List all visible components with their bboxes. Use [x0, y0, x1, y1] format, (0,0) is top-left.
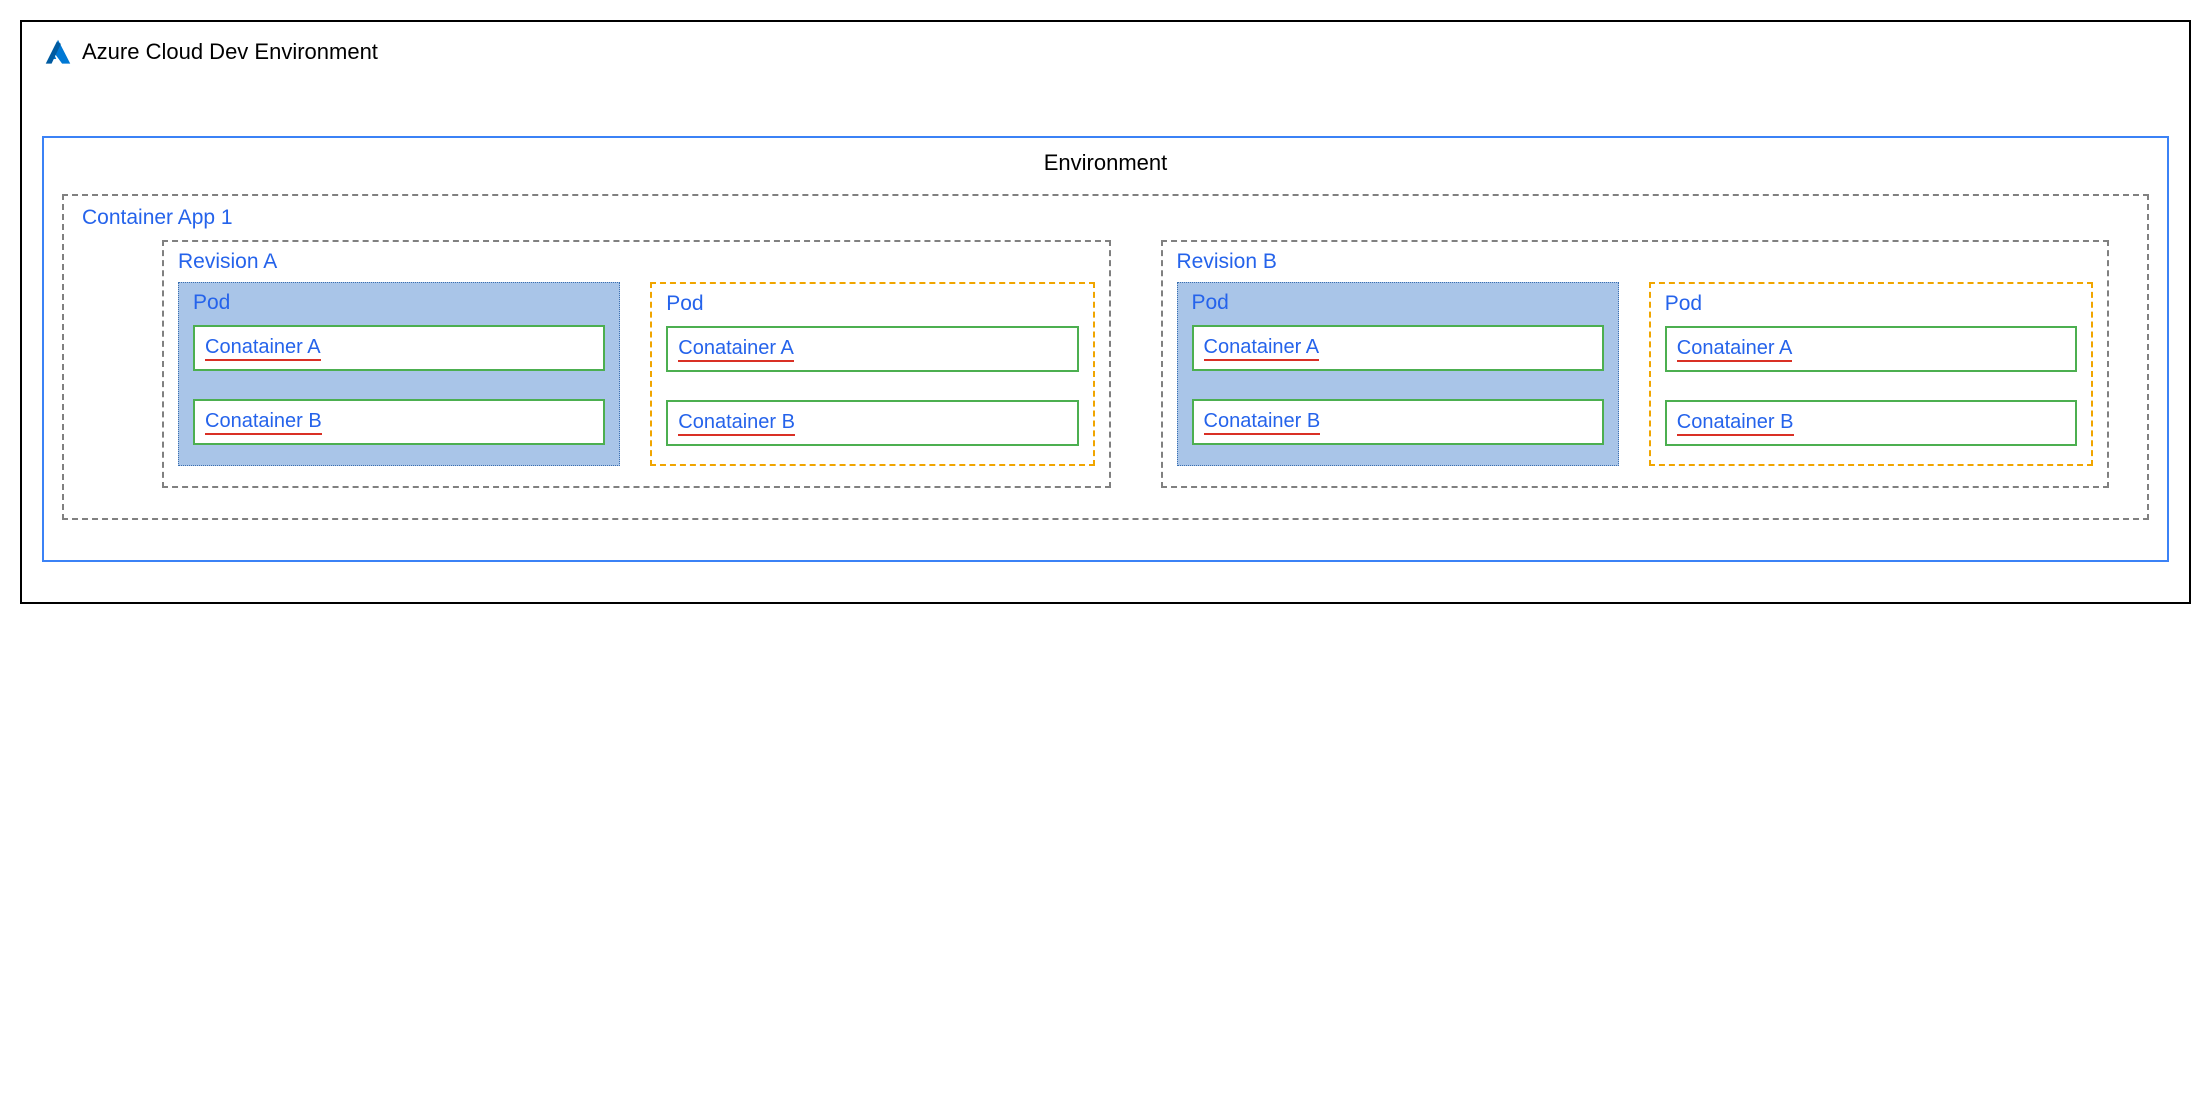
container-link[interactable]: Conatainer B [1204, 409, 1321, 435]
cloud-title-text: Azure Cloud Dev Environment [82, 39, 378, 65]
container-app-title: Container App 1 [82, 206, 2129, 230]
container-box: Conatainer A [193, 325, 605, 371]
revision-a-pod-1: Pod Conatainer A Conatainer B [178, 282, 620, 466]
cloud-title-row: Azure Cloud Dev Environment [42, 38, 2169, 66]
revision-a-title: Revision A [178, 250, 1095, 274]
pod-title: Pod [666, 292, 1078, 316]
azure-icon [42, 38, 74, 66]
azure-cloud-dev-environment: Azure Cloud Dev Environment Environment … [20, 20, 2191, 604]
revision-b-pod-2: Pod Conatainer A Conatainer B [1649, 282, 2093, 466]
revision-a-pods-row: Pod Conatainer A Conatainer B Pod Co [178, 282, 1095, 466]
pod-title: Pod [193, 291, 605, 315]
container-box: Conatainer A [1665, 326, 2077, 372]
revision-b-pod-1: Pod Conatainer A Conatainer B [1177, 282, 1619, 466]
environment-box: Environment Container App 1 Revision A P… [42, 136, 2169, 562]
container-link[interactable]: Conatainer B [205, 409, 322, 435]
revision-b-title: Revision B [1177, 250, 2094, 274]
pod-title: Pod [1192, 291, 1604, 315]
container-link[interactable]: Conatainer A [205, 335, 321, 361]
container-link[interactable]: Conatainer A [1677, 336, 1793, 362]
container-box: Conatainer A [1192, 325, 1604, 371]
container-link[interactable]: Conatainer A [678, 336, 794, 362]
container-link[interactable]: Conatainer A [1204, 335, 1320, 361]
environment-title: Environment [62, 150, 2149, 176]
revision-b: Revision B Pod Conatainer A Conatainer B [1161, 240, 2110, 488]
pod-title: Pod [1665, 292, 2077, 316]
container-box: Conatainer A [666, 326, 1078, 372]
container-box: Conatainer B [1665, 400, 2077, 446]
revision-b-pods-row: Pod Conatainer A Conatainer B Pod Co [1177, 282, 2094, 466]
container-app-box: Container App 1 Revision A Pod Conataine… [62, 194, 2149, 520]
container-link[interactable]: Conatainer B [1677, 410, 1794, 436]
revision-a-pod-2: Pod Conatainer A Conatainer B [650, 282, 1094, 466]
container-box: Conatainer B [666, 400, 1078, 446]
container-box: Conatainer B [193, 399, 605, 445]
container-box: Conatainer B [1192, 399, 1604, 445]
revision-a: Revision A Pod Conatainer A Conatainer B [162, 240, 1111, 488]
container-link[interactable]: Conatainer B [678, 410, 795, 436]
revisions-row: Revision A Pod Conatainer A Conatainer B [82, 240, 2129, 488]
